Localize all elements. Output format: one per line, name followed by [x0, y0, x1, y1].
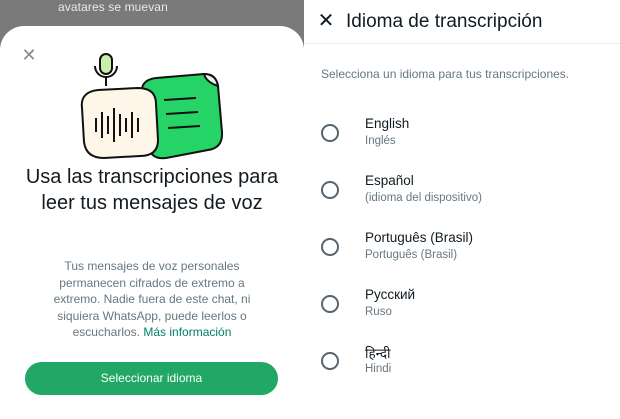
language-option-english[interactable]: English Inglés [304, 108, 620, 158]
language-option-spanish[interactable]: Español (idioma del dispositivo) [304, 165, 620, 215]
close-icon[interactable]: ✕ [20, 46, 38, 64]
language-name: हिन्दी [365, 346, 391, 361]
language-name: Español [365, 173, 414, 188]
language-native-name: (idioma del dispositivo) [365, 192, 482, 204]
radio-button[interactable] [321, 181, 339, 199]
language-option-hindi[interactable]: हिन्दी Hindi [304, 336, 620, 386]
voice-note-icon [80, 86, 160, 160]
app-bar: ✕ Idioma de transcripción [304, 0, 620, 44]
language-native-name: Português (Brasil) [365, 249, 458, 261]
page-title: Idioma de transcripción [346, 11, 543, 32]
radio-button[interactable] [321, 124, 339, 142]
language-native-name: Inglés [365, 135, 396, 147]
language-selection-screen: ✕ Idioma de transcripción Selecciona un … [304, 0, 620, 419]
language-option-russian[interactable]: Русский Ruso [304, 279, 620, 329]
radio-button[interactable] [321, 238, 339, 256]
language-option-portuguese[interactable]: Português (Brasil) Português (Brasil) [304, 222, 620, 272]
page-subtitle: Selecciona un idioma para tus transcripc… [321, 67, 570, 81]
language-name: Português (Brasil) [365, 230, 474, 245]
transcription-illustration [80, 53, 224, 160]
language-name: English [365, 116, 410, 131]
sheet-description: Tus mensajes de voz personales permanece… [40, 258, 264, 341]
left-panel: avatares se muevan ✕ Usa las transcripci… [0, 0, 304, 419]
radio-button[interactable] [321, 295, 339, 313]
language-native-name: Ruso [365, 306, 392, 318]
background-text: avatares se muevan [58, 0, 168, 14]
language-native-name: Hindi [365, 363, 392, 375]
language-name: Русский [365, 287, 416, 302]
close-icon[interactable]: ✕ [316, 10, 336, 32]
more-info-link[interactable]: Más información [143, 325, 231, 339]
radio-button[interactable] [321, 352, 339, 370]
microphone-icon [94, 53, 118, 86]
sheet-title: Usa las transcripciones para leer tus me… [25, 166, 279, 214]
select-language-button[interactable]: Seleccionar idioma [25, 362, 278, 395]
transcription-bottom-sheet: ✕ Usa las transcripciones para leer tus … [0, 26, 304, 419]
